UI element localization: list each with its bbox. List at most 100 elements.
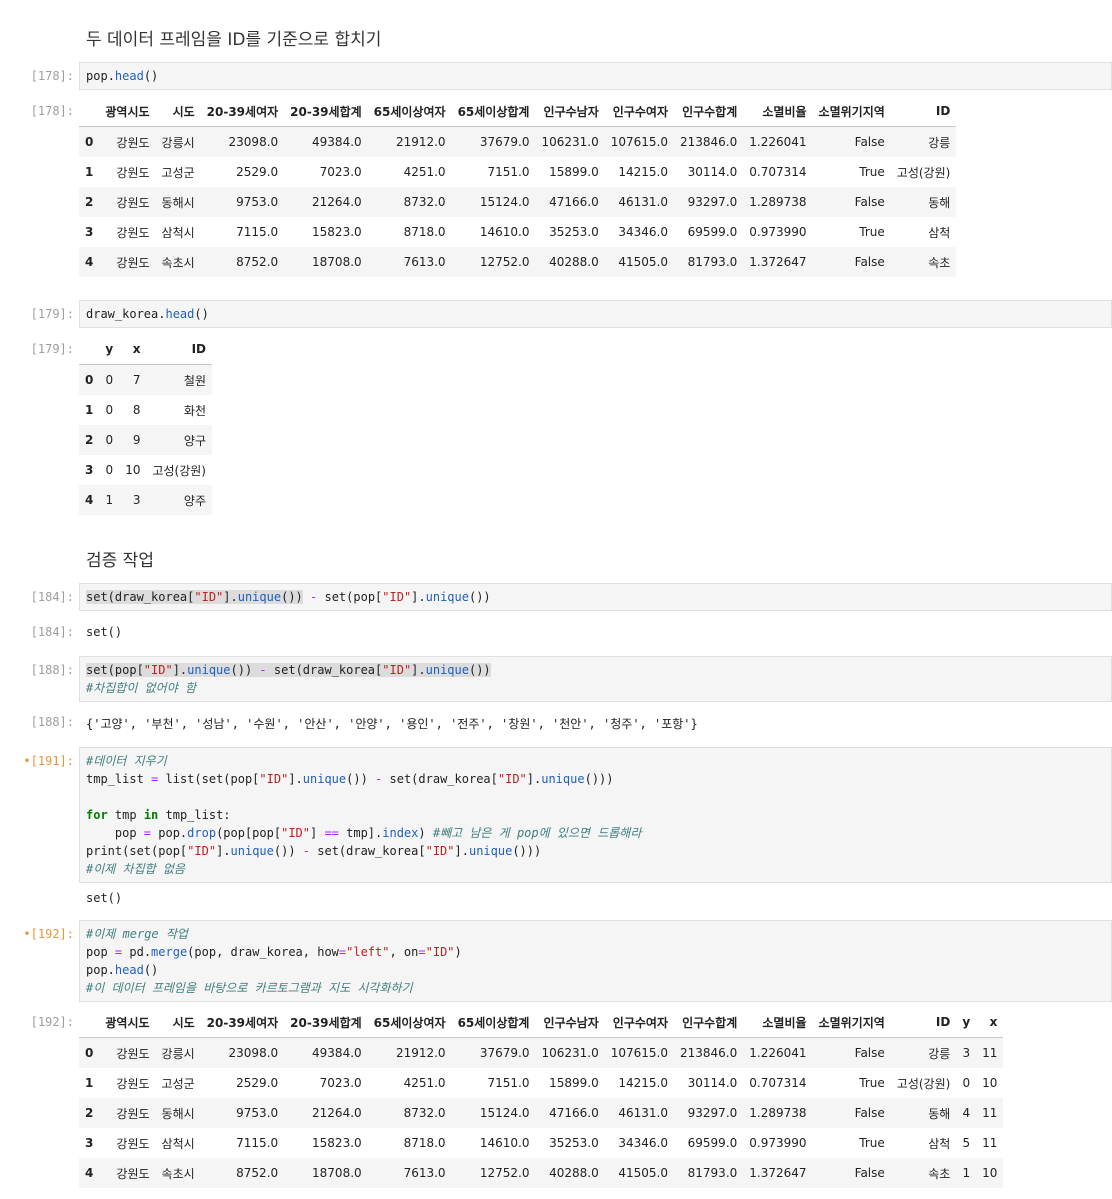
table-cell: 15899.0 bbox=[549, 165, 599, 179]
column-header: 인구수남자 bbox=[535, 96, 605, 127]
table-cell: 40288.0 bbox=[549, 1166, 599, 1180]
column-header: 소멸위기지역 bbox=[812, 1007, 891, 1038]
table-cell: 47166.0 bbox=[549, 195, 599, 209]
code-token: draw_korea bbox=[86, 307, 159, 321]
table-cell: 8732.0 bbox=[403, 195, 446, 209]
table-cell: 0 bbox=[105, 433, 114, 447]
row-index: 4 bbox=[85, 1166, 94, 1180]
row-index: 2 bbox=[85, 195, 94, 209]
table-row: 2 강원도 동해시 9753.0 21264.0 8732.0 15124.0 47166.0… bbox=[79, 187, 957, 217]
code-cell-179[interactable]: draw_korea.head() bbox=[79, 300, 1112, 328]
table-cell: 강원도 bbox=[116, 225, 150, 240]
table-cell: 8718.0 bbox=[403, 225, 446, 239]
table-cell: False bbox=[854, 255, 885, 269]
output-184: set() bbox=[86, 625, 123, 639]
code-token: , on bbox=[389, 945, 419, 959]
table-cell: 삼척 bbox=[928, 225, 951, 240]
table-cell: False bbox=[854, 1166, 885, 1180]
table-header-row: 광역시도 시도 20-39세여자 20-39세합계 65세이상여자 65세이상합계 인구수남… bbox=[79, 1007, 1004, 1038]
table-cell: 0.707314 bbox=[749, 165, 807, 179]
table-cell: 11 bbox=[982, 1136, 998, 1150]
table-cell: 34346.0 bbox=[618, 225, 668, 239]
table-cell: 1.289738 bbox=[749, 195, 807, 209]
table-cell: 106231.0 bbox=[541, 135, 599, 149]
table-cell: 14610.0 bbox=[479, 225, 530, 239]
code-cell-192[interactable]: #이제 merge 작업 pop = pd.merge(pop, draw_ko… bbox=[79, 920, 1112, 1002]
table-row: 0 강원도 강릉시 23098.0 49384.0 21912.0 37679.0 10623… bbox=[79, 1037, 1004, 1068]
table-cell: 7115.0 bbox=[236, 225, 279, 239]
code-cell-184[interactable]: set(draw_korea["ID"].unique()) - set(pop… bbox=[79, 583, 1112, 611]
row-index: 3 bbox=[85, 225, 94, 239]
column-header: y bbox=[99, 334, 120, 365]
table-cell: 14215.0 bbox=[618, 165, 668, 179]
table-row: 0 0 7 철원 bbox=[79, 364, 212, 395]
table-cell: False bbox=[854, 135, 885, 149]
table-cell: 삼척시 bbox=[161, 225, 195, 240]
table-cell: 30114.0 bbox=[687, 165, 738, 179]
code-token: unique bbox=[302, 772, 347, 786]
code-token: index bbox=[382, 826, 419, 840]
table-cell: 23098.0 bbox=[228, 135, 279, 149]
table-cell: 강릉 bbox=[928, 1046, 951, 1061]
code-cell-178[interactable]: pop.head() bbox=[79, 62, 1112, 90]
code-token: ()) bbox=[346, 772, 376, 786]
table-row: 2 강원도 동해시 9753.0 21264.0 8732.0 15124.0 47166.0… bbox=[79, 1098, 1004, 1128]
code-token: "ID" bbox=[382, 590, 412, 604]
table-cell: 81793.0 bbox=[687, 1166, 738, 1180]
cell-prompt-192-out: [192]: bbox=[30, 1015, 74, 1029]
column-header: 인구수남자 bbox=[535, 1007, 605, 1038]
row-index: 0 bbox=[85, 135, 94, 149]
row-index: 3 bbox=[85, 463, 94, 477]
table-cell: 4 bbox=[962, 1106, 971, 1120]
table-cell: 10 bbox=[982, 1076, 998, 1090]
column-header: 20-39세합계 bbox=[284, 1007, 368, 1038]
code-token: set(pop[ bbox=[324, 590, 383, 604]
table-cell: 30114.0 bbox=[687, 1076, 738, 1090]
code-token: "ID" bbox=[143, 663, 173, 677]
table-cell: 47166.0 bbox=[549, 1106, 599, 1120]
row-index: 1 bbox=[85, 1076, 94, 1090]
table-cell: 강원도 bbox=[116, 1046, 150, 1061]
table-cell: 1.372647 bbox=[749, 255, 807, 269]
code-token: ) bbox=[454, 945, 462, 959]
code-token: = bbox=[143, 826, 152, 840]
table-cell: 21912.0 bbox=[395, 135, 446, 149]
table-row: 3 강원도 삼척시 7115.0 15823.0 8718.0 14610.0 35253.0… bbox=[79, 1128, 1003, 1158]
cell-prompt-192-in: •[192]: bbox=[23, 927, 74, 941]
cell-prompt-179-in: [179]: bbox=[30, 307, 74, 321]
column-header: 인구수여자 bbox=[604, 1007, 674, 1038]
table-cell: 0.973990 bbox=[749, 1136, 807, 1150]
table-row: 1 강원도 고성군 2529.0 7023.0 4251.0 7151.0 15899.0 14… bbox=[79, 157, 956, 187]
table-cell: 4251.0 bbox=[403, 1076, 446, 1090]
table-row: 3 0 10 고성(강원) bbox=[79, 455, 212, 485]
code-token: tmp_list: bbox=[158, 808, 231, 822]
code-token: ]. bbox=[454, 844, 469, 858]
table-cell: 46131.0 bbox=[618, 195, 668, 209]
table-cell: 37679.0 bbox=[479, 1046, 530, 1060]
table-cell: 0 bbox=[105, 373, 114, 387]
table-cell: 21912.0 bbox=[395, 1046, 446, 1060]
cell-prompt-191-in: •[191]: bbox=[23, 754, 74, 768]
column-header: 광역시도 bbox=[99, 96, 156, 127]
table-cell: 4251.0 bbox=[403, 165, 446, 179]
row-index: 0 bbox=[85, 1046, 94, 1060]
column-header: 인구수합계 bbox=[674, 1007, 744, 1038]
table-cell: 강릉 bbox=[928, 135, 951, 150]
table-row: 2 0 9 양구 bbox=[79, 425, 212, 455]
table-cell: 15124.0 bbox=[479, 195, 530, 209]
code-token: drop bbox=[187, 826, 217, 840]
table-cell: 양구 bbox=[183, 433, 206, 448]
code-cell-191[interactable]: #데이터 지우기 tmp_list = list(set(pop["ID"].u… bbox=[79, 747, 1112, 883]
column-header: 인구수여자 bbox=[604, 96, 674, 127]
code-token: "ID" bbox=[259, 772, 289, 786]
table-cell: True bbox=[859, 1076, 885, 1090]
merged-dataframe-output: 광역시도 시도 20-39세여자 20-39세합계 65세이상여자 65세이상합계 인구수남… bbox=[79, 1007, 1004, 1188]
code-comment: #차집합이 없어야 함 bbox=[86, 681, 196, 695]
row-index: 0 bbox=[85, 373, 94, 387]
table-cell: 7151.0 bbox=[487, 165, 530, 179]
code-cell-188[interactable]: set(pop["ID"].unique()) - set(draw_korea… bbox=[79, 656, 1112, 702]
column-header: x bbox=[119, 334, 147, 365]
table-cell: 화천 bbox=[183, 403, 206, 418]
table-cell: 7 bbox=[132, 373, 141, 387]
table-cell: 동해시 bbox=[161, 1106, 195, 1121]
